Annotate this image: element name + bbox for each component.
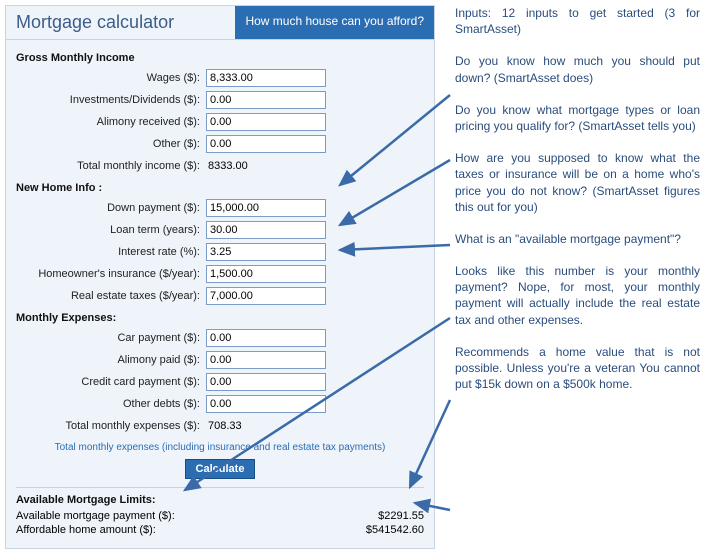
other-income-label: Other ($): xyxy=(16,138,206,150)
available-payment-label: Available mortgage payment ($): xyxy=(16,510,175,522)
app-title: Mortgage calculator xyxy=(6,6,235,39)
comment-mortgage-types: Do you know what mortgage types or loan … xyxy=(455,102,700,134)
section-expenses-title: Monthly Expenses: xyxy=(16,312,424,324)
wages-label: Wages ($): xyxy=(16,72,206,84)
credit-card-label: Credit card payment ($): xyxy=(16,376,206,388)
interest-rate-label: Interest rate (%): xyxy=(16,246,206,258)
available-payment-value: $2291.55 xyxy=(378,510,424,522)
comment-monthly-payment: Looks like this number is your monthly p… xyxy=(455,263,700,328)
loan-term-label: Loan term (years): xyxy=(16,224,206,236)
down-payment-label: Down payment ($): xyxy=(16,202,206,214)
insurance-label: Homeowner's insurance ($/year): xyxy=(16,268,206,280)
wages-input[interactable] xyxy=(206,69,326,87)
investments-label: Investments/Dividends ($): xyxy=(16,94,206,106)
interest-rate-input[interactable] xyxy=(206,243,326,261)
comment-taxes-insurance: How are you supposed to know what the ta… xyxy=(455,150,700,215)
divider xyxy=(16,487,424,488)
comment-home-value: Recommends a home value that is not poss… xyxy=(455,344,700,393)
affordable-amount-label: Affordable home amount ($): xyxy=(16,524,156,536)
alimony-paid-input[interactable] xyxy=(206,351,326,369)
comment-inputs: Inputs: 12 inputs to get started (3 for … xyxy=(455,5,700,37)
insurance-input[interactable] xyxy=(206,265,326,283)
total-expenses-value: 708.33 xyxy=(206,420,242,432)
limits-title: Available Mortgage Limits: xyxy=(16,494,424,506)
alimony-paid-label: Alimony paid ($): xyxy=(16,354,206,366)
comment-down-payment: Do you know how much you should put down… xyxy=(455,53,700,85)
section-home-title: New Home Info : xyxy=(16,182,424,194)
investments-input[interactable] xyxy=(206,91,326,109)
affordable-amount-value: $541542.60 xyxy=(366,524,424,536)
calculator-panel: Mortgage calculator How much house can y… xyxy=(5,5,435,549)
taxes-input[interactable] xyxy=(206,287,326,305)
expenses-note: Total monthly expenses (including insura… xyxy=(16,442,424,453)
comment-available-payment: What is an "available mortgage payment"? xyxy=(455,231,700,247)
header: Mortgage calculator How much house can y… xyxy=(6,6,434,40)
total-income-value: 8333.00 xyxy=(206,160,248,172)
car-label: Car payment ($): xyxy=(16,332,206,344)
car-input[interactable] xyxy=(206,329,326,347)
taxes-label: Real estate taxes ($/year): xyxy=(16,290,206,302)
credit-card-input[interactable] xyxy=(206,373,326,391)
other-income-input[interactable] xyxy=(206,135,326,153)
other-debts-label: Other debts ($): xyxy=(16,398,206,410)
alimony-received-input[interactable] xyxy=(206,113,326,131)
down-payment-input[interactable] xyxy=(206,199,326,217)
alimony-received-label: Alimony received ($): xyxy=(16,116,206,128)
other-debts-input[interactable] xyxy=(206,395,326,413)
annotations: Inputs: 12 inputs to get started (3 for … xyxy=(455,5,700,408)
loan-term-input[interactable] xyxy=(206,221,326,239)
total-income-label: Total monthly income ($): xyxy=(16,160,206,172)
tab-afford[interactable]: How much house can you afford? xyxy=(235,6,434,39)
section-income-title: Gross Monthly Income xyxy=(16,52,424,64)
total-expenses-label: Total monthly expenses ($): xyxy=(16,420,206,432)
calculate-button[interactable]: Calculate xyxy=(185,459,256,479)
